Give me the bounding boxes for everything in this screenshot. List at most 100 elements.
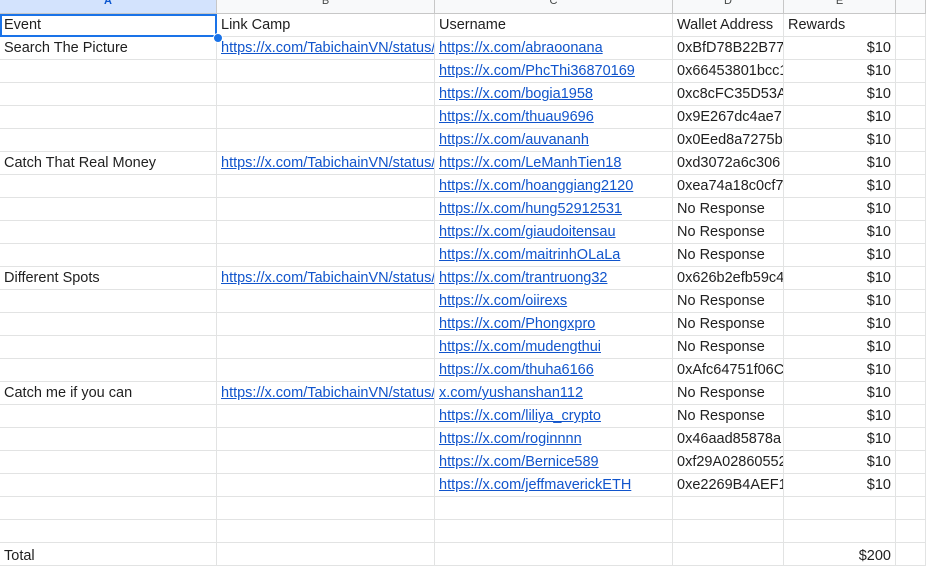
cell-username[interactable]: https://x.com/roginnnn — [435, 428, 673, 451]
cell-reward[interactable]: $10 — [784, 290, 896, 313]
cell-empty[interactable] — [896, 221, 926, 244]
cell-username[interactable]: https://x.com/thuha6166 — [435, 359, 673, 382]
cell-event[interactable] — [0, 405, 217, 428]
cell-event[interactable] — [0, 290, 217, 313]
cell-wallet[interactable]: 0xAfc64751f06C — [673, 359, 784, 382]
cell-empty[interactable] — [673, 543, 784, 566]
cell-event[interactable] — [0, 221, 217, 244]
cell-reward[interactable]: $10 — [784, 129, 896, 152]
cell-empty[interactable] — [896, 497, 926, 520]
cell-link-camp[interactable] — [217, 359, 435, 382]
cell-empty[interactable] — [896, 474, 926, 497]
cell-wallet[interactable]: 0xc8cFC35D53A — [673, 83, 784, 106]
cell-event[interactable] — [0, 428, 217, 451]
cell-link-camp[interactable] — [217, 106, 435, 129]
cell-username[interactable]: https://x.com/hung52912531 — [435, 198, 673, 221]
cell-event[interactable] — [0, 336, 217, 359]
column-header-e[interactable]: E — [784, 0, 896, 13]
cell-link-camp[interactable] — [217, 336, 435, 359]
cell-reward[interactable]: $10 — [784, 428, 896, 451]
cell-link-camp[interactable] — [217, 198, 435, 221]
cell-reward[interactable]: $10 — [784, 405, 896, 428]
cell-rewards-header[interactable]: Rewards — [784, 14, 896, 37]
cell-username[interactable]: https://x.com/liliya_crypto — [435, 405, 673, 428]
cell-event[interactable] — [0, 474, 217, 497]
cell-total-reward[interactable]: $200 — [784, 543, 896, 566]
cell-reward[interactable]: $10 — [784, 451, 896, 474]
cell-username[interactable] — [435, 520, 673, 543]
cell-empty[interactable] — [896, 198, 926, 221]
cell-link-camp[interactable] — [217, 428, 435, 451]
cell-link-camp[interactable] — [217, 474, 435, 497]
cell-link-camp-header[interactable]: Link Camp — [217, 14, 435, 37]
cell-username[interactable]: x.com/yushanshan112 — [435, 382, 673, 405]
column-header-a[interactable]: A — [0, 0, 217, 13]
cell-event[interactable]: Catch me if you can — [0, 382, 217, 405]
cell-reward[interactable]: $10 — [784, 382, 896, 405]
cell-event[interactable] — [0, 83, 217, 106]
cell-username[interactable]: https://x.com/mudengthui — [435, 336, 673, 359]
cell-link-camp[interactable] — [217, 83, 435, 106]
cell-link-camp[interactable]: https://x.com/TabichainVN/status/ — [217, 267, 435, 290]
cell-wallet[interactable]: 0x0Eed8a7275b — [673, 129, 784, 152]
cell-wallet[interactable]: No Response — [673, 198, 784, 221]
cell-event[interactable] — [0, 497, 217, 520]
cell-reward[interactable]: $10 — [784, 83, 896, 106]
cell-empty[interactable] — [896, 60, 926, 83]
cell-wallet[interactable]: 0x9E267dc4ae7 — [673, 106, 784, 129]
cell-wallet[interactable]: 0xBfD78B22B77 — [673, 37, 784, 60]
cell-link-camp[interactable] — [217, 290, 435, 313]
cell-wallet[interactable]: 0x66453801bcc1 — [673, 60, 784, 83]
cell-link-camp[interactable] — [217, 129, 435, 152]
cell-link-camp[interactable] — [217, 60, 435, 83]
cell-username[interactable]: https://x.com/thuau9696 — [435, 106, 673, 129]
cell-empty[interactable] — [896, 244, 926, 267]
cell-username[interactable]: https://x.com/LeManhTien18 — [435, 152, 673, 175]
cell-empty[interactable] — [896, 451, 926, 474]
cell-empty[interactable] — [896, 267, 926, 290]
cell-empty[interactable] — [896, 336, 926, 359]
cell-event[interactable] — [0, 106, 217, 129]
cell-wallet[interactable]: No Response — [673, 405, 784, 428]
cell-reward[interactable]: $10 — [784, 359, 896, 382]
cell-reward[interactable]: $10 — [784, 175, 896, 198]
cell-empty[interactable] — [435, 543, 673, 566]
cell-wallet[interactable]: 0x626b2efb59c4 — [673, 267, 784, 290]
cell-empty[interactable] — [217, 543, 435, 566]
cell-event[interactable] — [0, 198, 217, 221]
cell-event-header[interactable]: Event — [0, 14, 217, 37]
column-header-b[interactable]: B — [217, 0, 435, 13]
cell-empty[interactable] — [896, 14, 926, 37]
cell-username[interactable]: https://x.com/trantruong32 — [435, 267, 673, 290]
cell-link-camp[interactable] — [217, 497, 435, 520]
cell-reward[interactable] — [784, 520, 896, 543]
cell-reward[interactable]: $10 — [784, 313, 896, 336]
cell-wallet[interactable]: 0xe2269B4AEF1 — [673, 474, 784, 497]
cell-event[interactable]: Different Spots — [0, 267, 217, 290]
cell-wallet[interactable]: 0xf29A02860552 — [673, 451, 784, 474]
cell-wallet[interactable]: No Response — [673, 336, 784, 359]
cell-wallet[interactable]: No Response — [673, 313, 784, 336]
cell-wallet[interactable]: No Response — [673, 382, 784, 405]
cell-wallet[interactable]: No Response — [673, 244, 784, 267]
cell-link-camp[interactable] — [217, 451, 435, 474]
cell-reward[interactable]: $10 — [784, 106, 896, 129]
cell-empty[interactable] — [896, 129, 926, 152]
column-header-d[interactable]: D — [673, 0, 784, 13]
cell-username[interactable]: https://x.com/giaudoitensau — [435, 221, 673, 244]
cell-empty[interactable] — [896, 290, 926, 313]
cell-empty[interactable] — [896, 175, 926, 198]
cell-event[interactable] — [0, 244, 217, 267]
cell-link-camp[interactable]: https://x.com/TabichainVN/status/ — [217, 152, 435, 175]
cell-username[interactable]: https://x.com/auvananh — [435, 129, 673, 152]
cell-wallet[interactable]: No Response — [673, 221, 784, 244]
cell-username[interactable]: https://x.com/PhcThi36870169 — [435, 60, 673, 83]
cell-link-camp[interactable] — [217, 221, 435, 244]
cell-link-camp[interactable] — [217, 405, 435, 428]
cell-empty[interactable] — [896, 428, 926, 451]
cell-reward[interactable]: $10 — [784, 244, 896, 267]
cell-reward[interactable] — [784, 497, 896, 520]
cell-empty[interactable] — [896, 405, 926, 428]
cell-wallet-header[interactable]: Wallet Address — [673, 14, 784, 37]
cell-username[interactable]: https://x.com/Bernice589 — [435, 451, 673, 474]
